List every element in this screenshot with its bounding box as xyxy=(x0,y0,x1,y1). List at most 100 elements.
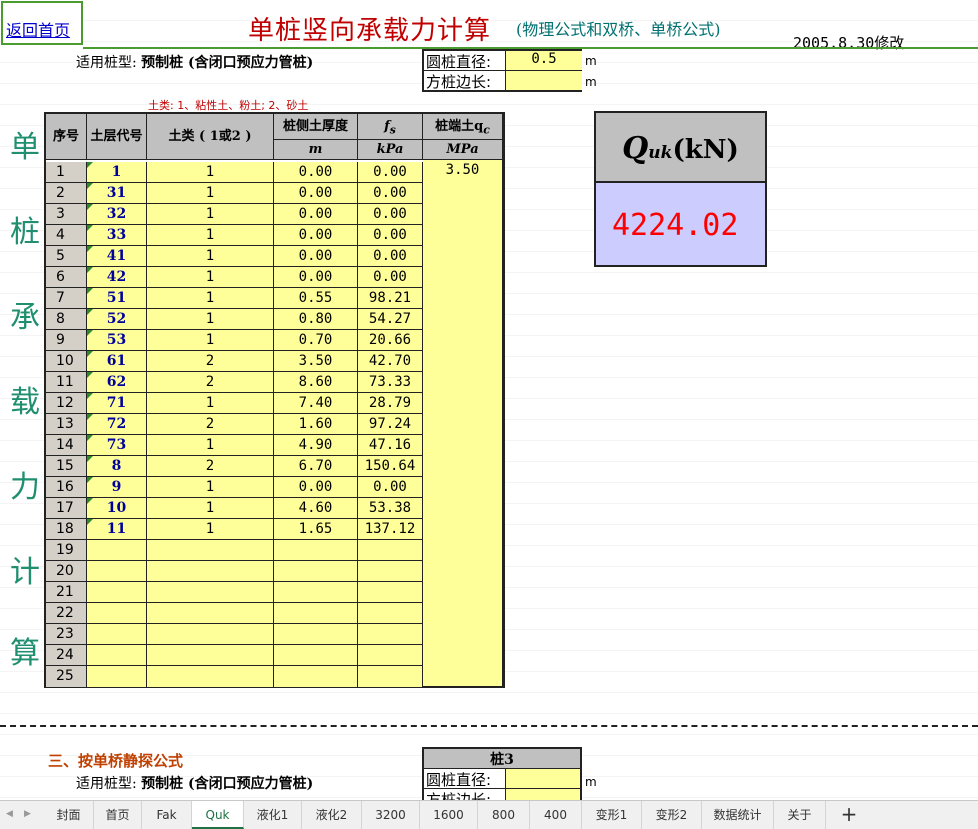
thickness-cell[interactable]: 1.60 xyxy=(274,414,358,435)
soil-type-cell[interactable]: 1 xyxy=(147,225,274,246)
sheet-tab[interactable]: 变形1 xyxy=(582,801,642,829)
fs-cell[interactable] xyxy=(358,666,423,687)
fs-cell[interactable]: 98.21 xyxy=(358,288,423,309)
soil-code-cell[interactable]: 33 xyxy=(87,225,147,246)
soil-code-cell[interactable]: 73 xyxy=(87,435,147,456)
fs-cell[interactable] xyxy=(358,624,423,645)
fs-cell[interactable]: 137.12 xyxy=(358,519,423,540)
soil-code-cell[interactable] xyxy=(87,582,147,603)
fs-cell[interactable] xyxy=(358,540,423,561)
fs-cell[interactable]: 54.27 xyxy=(358,309,423,330)
fs-cell[interactable]: 73.33 xyxy=(358,372,423,393)
soil-type-cell[interactable]: 2 xyxy=(147,372,274,393)
soil-type-cell[interactable]: 1 xyxy=(147,288,274,309)
soil-code-cell[interactable]: 11 xyxy=(87,519,147,540)
soil-code-cell[interactable] xyxy=(87,603,147,624)
thickness-cell[interactable]: 4.60 xyxy=(274,498,358,519)
fs-cell[interactable]: 97.24 xyxy=(358,414,423,435)
soil-type-cell[interactable]: 2 xyxy=(147,414,274,435)
soil-code-cell[interactable]: 32 xyxy=(87,204,147,225)
fs-cell[interactable]: 53.38 xyxy=(358,498,423,519)
sheet-tab[interactable]: Fak xyxy=(142,801,192,829)
soil-type-cell[interactable]: 1 xyxy=(147,183,274,204)
thickness-cell[interactable]: 0.00 xyxy=(274,162,358,183)
thickness-cell[interactable]: 1.65 xyxy=(274,519,358,540)
soil-type-cell[interactable]: 1 xyxy=(147,204,274,225)
thickness-cell[interactable]: 0.00 xyxy=(274,204,358,225)
thickness-cell[interactable]: 0.80 xyxy=(274,309,358,330)
thickness-cell[interactable]: 0.55 xyxy=(274,288,358,309)
fs-cell[interactable]: 0.00 xyxy=(358,225,423,246)
soil-code-cell[interactable]: 41 xyxy=(87,246,147,267)
soil-type-cell[interactable]: 1 xyxy=(147,309,274,330)
tab-scroll-right-icon[interactable]: ▶ xyxy=(24,809,31,819)
thickness-cell[interactable] xyxy=(274,645,358,666)
soil-type-cell[interactable] xyxy=(147,540,274,561)
sheet-tab[interactable]: 液化2 xyxy=(302,801,362,829)
soil-code-cell[interactable] xyxy=(87,666,147,687)
soil-code-cell[interactable] xyxy=(87,624,147,645)
round-dia-input[interactable]: 0.5 xyxy=(506,51,582,71)
fs-cell[interactable]: 150.64 xyxy=(358,456,423,477)
thickness-cell[interactable]: 4.90 xyxy=(274,435,358,456)
thickness-cell[interactable]: 8.60 xyxy=(274,372,358,393)
sheet-tab[interactable]: 400 xyxy=(530,801,582,829)
soil-type-cell[interactable]: 2 xyxy=(147,351,274,372)
fs-cell[interactable] xyxy=(358,603,423,624)
thickness-cell[interactable]: 0.00 xyxy=(274,477,358,498)
fs-cell[interactable]: 0.00 xyxy=(358,183,423,204)
soil-code-cell[interactable] xyxy=(87,561,147,582)
thickness-cell[interactable] xyxy=(274,603,358,624)
thickness-cell[interactable]: 0.00 xyxy=(274,225,358,246)
thickness-cell[interactable]: 0.00 xyxy=(274,246,358,267)
section3-square-side-input[interactable] xyxy=(506,789,580,800)
soil-code-cell[interactable] xyxy=(87,540,147,561)
qc-input-cell[interactable]: 3.50 xyxy=(423,160,503,686)
soil-code-cell[interactable]: 31 xyxy=(87,183,147,204)
fs-cell[interactable]: 28.79 xyxy=(358,393,423,414)
fs-cell[interactable] xyxy=(358,582,423,603)
soil-code-cell[interactable]: 51 xyxy=(87,288,147,309)
soil-type-cell[interactable]: 1 xyxy=(147,162,274,183)
sheet-tab[interactable]: 1600 xyxy=(420,801,478,829)
soil-code-cell[interactable]: 52 xyxy=(87,309,147,330)
back-home-link[interactable]: 返回首页 xyxy=(1,1,83,45)
thickness-cell[interactable]: 3.50 xyxy=(274,351,358,372)
soil-type-cell[interactable]: 2 xyxy=(147,456,274,477)
thickness-cell[interactable] xyxy=(274,666,358,687)
fs-cell[interactable]: 47.16 xyxy=(358,435,423,456)
soil-code-cell[interactable]: 10 xyxy=(87,498,147,519)
sheet-tab[interactable]: 3200 xyxy=(362,801,420,829)
soil-type-cell[interactable]: 1 xyxy=(147,477,274,498)
thickness-cell[interactable] xyxy=(274,624,358,645)
soil-type-cell[interactable] xyxy=(147,603,274,624)
soil-type-cell[interactable] xyxy=(147,666,274,687)
fs-cell[interactable]: 0.00 xyxy=(358,204,423,225)
sheet-tab[interactable]: 封面 xyxy=(44,801,94,829)
soil-code-cell[interactable]: 42 xyxy=(87,267,147,288)
sheet-tab[interactable]: 首页 xyxy=(94,801,142,829)
soil-type-cell[interactable]: 1 xyxy=(147,267,274,288)
square-side-input[interactable] xyxy=(506,71,582,91)
fs-cell[interactable]: 0.00 xyxy=(358,477,423,498)
fs-cell[interactable] xyxy=(358,561,423,582)
fs-cell[interactable] xyxy=(358,645,423,666)
sheet-tab[interactable]: 关于 xyxy=(774,801,826,829)
sheet-tab[interactable]: 数据统计 xyxy=(702,801,774,829)
sheet-tab[interactable]: 液化1 xyxy=(244,801,302,829)
soil-code-cell[interactable]: 1 xyxy=(87,162,147,183)
soil-type-cell[interactable] xyxy=(147,582,274,603)
soil-code-cell[interactable]: 72 xyxy=(87,414,147,435)
soil-code-cell[interactable]: 9 xyxy=(87,477,147,498)
soil-type-cell[interactable] xyxy=(147,561,274,582)
sheet-tab[interactable]: 变形2 xyxy=(642,801,702,829)
soil-type-cell[interactable] xyxy=(147,645,274,666)
soil-type-cell[interactable]: 1 xyxy=(147,393,274,414)
soil-type-cell[interactable]: 1 xyxy=(147,519,274,540)
soil-code-cell[interactable] xyxy=(87,645,147,666)
thickness-cell[interactable] xyxy=(274,561,358,582)
thickness-cell[interactable]: 6.70 xyxy=(274,456,358,477)
soil-code-cell[interactable]: 53 xyxy=(87,330,147,351)
soil-code-cell[interactable]: 61 xyxy=(87,351,147,372)
sheet-tab[interactable]: 800 xyxy=(478,801,530,829)
